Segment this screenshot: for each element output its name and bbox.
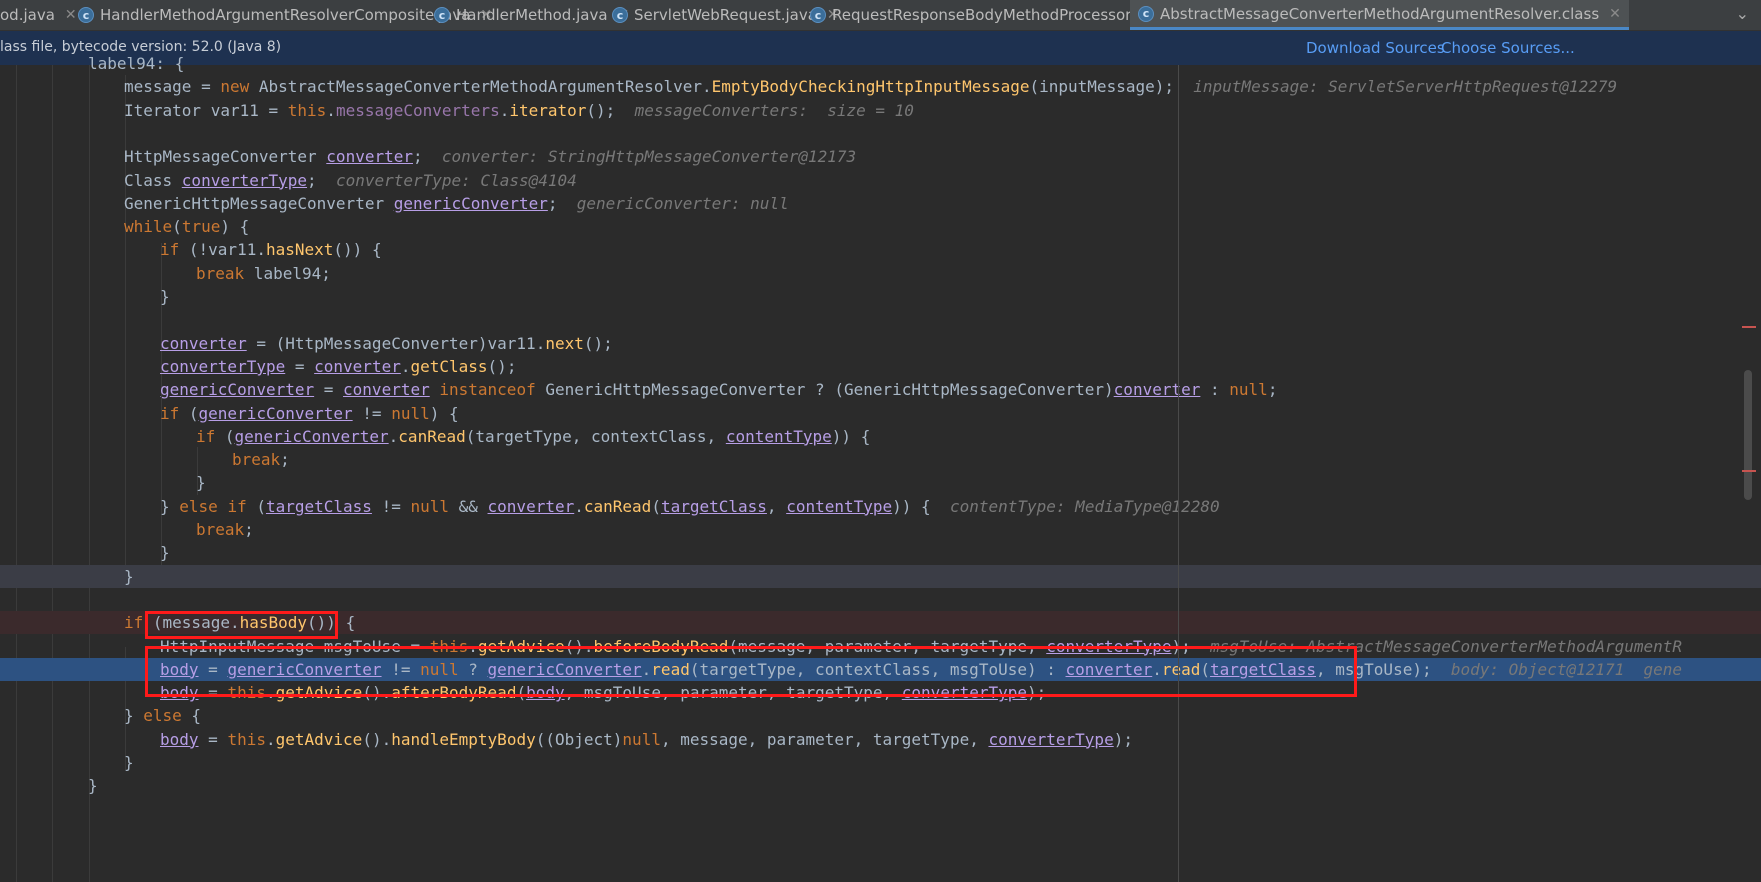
close-icon[interactable]: ✕ bbox=[1609, 6, 1621, 22]
code-line[interactable]: if (genericConverter != null) { bbox=[0, 402, 1761, 425]
code-line[interactable]: converter = (HttpMessageConverter)var11.… bbox=[0, 332, 1761, 355]
code-line[interactable]: Class converterType; converterType: Clas… bbox=[0, 169, 1761, 192]
code-line[interactable]: break; bbox=[0, 448, 1761, 471]
code-line[interactable]: } bbox=[0, 774, 1761, 797]
tab-label: RequestResponseBodyMethodProcessor.class bbox=[832, 6, 1172, 24]
java-class-icon: c bbox=[612, 7, 628, 23]
code-editor[interactable]: label94: {message = new AbstractMessageC… bbox=[0, 54, 1761, 882]
error-stripe-marker[interactable] bbox=[1742, 470, 1756, 472]
code-line[interactable]: HttpMessageConverter converter; converte… bbox=[0, 145, 1761, 168]
body-read-highlight-box bbox=[145, 646, 1357, 697]
tab-od-java[interactable]: od.java ✕ bbox=[0, 0, 77, 30]
code-line[interactable]: converterType = converter.getClass(); bbox=[0, 355, 1761, 378]
tab-label: HandlerMethodArgumentResolverComposite.j… bbox=[100, 6, 471, 24]
code-line[interactable]: } bbox=[0, 751, 1761, 774]
vertical-scrollbar[interactable] bbox=[1744, 370, 1752, 500]
code-line[interactable]: while(true) { bbox=[0, 215, 1761, 238]
right-margin-guide bbox=[1178, 65, 1179, 882]
java-class-icon: c bbox=[810, 7, 826, 23]
code-line[interactable]: } bbox=[0, 285, 1761, 308]
java-class-icon: c bbox=[1138, 5, 1154, 22]
editor-tab-bar: od.java ✕ c HandlerMethodArgumentResolve… bbox=[0, 0, 1761, 31]
tab-abstract-message-converter-method-argument-resolver[interactable]: c AbstractMessageConverterMethodArgument… bbox=[1130, 0, 1629, 30]
code-line[interactable]: genericConverter = converter instanceof … bbox=[0, 378, 1761, 401]
tab-handler-method-argument-resolver-composite[interactable]: c HandlerMethodArgumentResolverComposite… bbox=[78, 0, 492, 30]
code-line[interactable]: if (!var11.hasNext()) { bbox=[0, 238, 1761, 261]
tab-label: AbstractMessageConverterMethodArgumentRe… bbox=[1160, 4, 1600, 23]
tab-label: od.java bbox=[0, 6, 55, 24]
tab-overflow-chevron-icon[interactable]: ⌄ bbox=[1736, 4, 1749, 23]
code-line[interactable]: } else { bbox=[0, 704, 1761, 727]
error-stripe-marker[interactable] bbox=[1742, 326, 1756, 328]
code-line[interactable]: message = new AbstractMessageConverterMe… bbox=[0, 75, 1761, 98]
code-line[interactable]: GenericHttpMessageConverter genericConve… bbox=[0, 192, 1761, 215]
code-line[interactable]: } bbox=[0, 541, 1761, 564]
tab-handler-method[interactable]: c HandlerMethod.java ✕ bbox=[434, 0, 629, 30]
tab-label: ServletWebRequest.java bbox=[634, 6, 817, 24]
code-line[interactable]: body = this.getAdvice().handleEmptyBody(… bbox=[0, 728, 1761, 751]
java-class-icon: c bbox=[434, 7, 450, 23]
tab-label: HandlerMethod.java bbox=[456, 6, 608, 24]
code-line[interactable]: if (genericConverter.canRead(targetType,… bbox=[0, 425, 1761, 448]
code-line[interactable]: label94: { bbox=[0, 52, 1761, 75]
code-line[interactable]: Iterator var11 = this.messageConverters.… bbox=[0, 99, 1761, 122]
code-line[interactable]: } bbox=[0, 471, 1761, 494]
close-icon[interactable]: ✕ bbox=[65, 7, 77, 23]
code-line[interactable]: } else if (targetClass != null && conver… bbox=[0, 495, 1761, 518]
tab-servlet-web-request[interactable]: c ServletWebRequest.java ✕ bbox=[612, 0, 839, 30]
code-line[interactable]: break; bbox=[0, 518, 1761, 541]
hasbody-highlight-box bbox=[145, 611, 338, 639]
code-line[interactable]: } bbox=[0, 564, 1761, 588]
code-line[interactable]: break label94; bbox=[0, 262, 1761, 285]
java-class-icon: c bbox=[78, 7, 94, 23]
